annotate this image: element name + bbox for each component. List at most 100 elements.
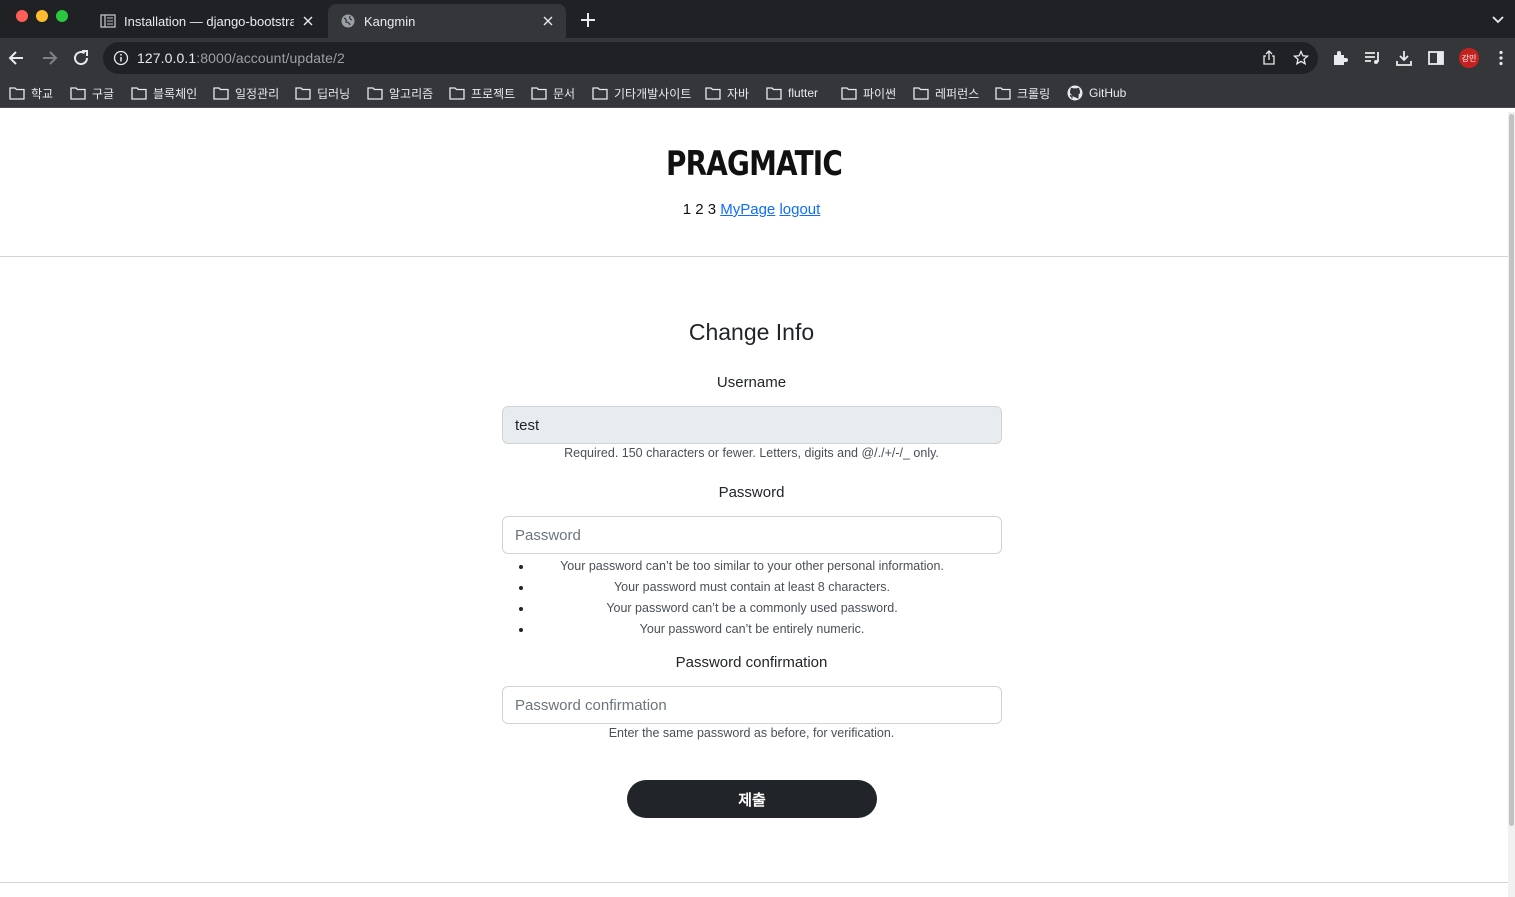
password-confirmation-help: Enter the same password as before, for v…: [608, 726, 895, 740]
docs-icon: [100, 13, 116, 29]
nav-logout-link[interactable]: logout: [779, 201, 820, 218]
bookmark-label: 딥러닝: [317, 86, 351, 101]
reload-icon[interactable]: [71, 48, 91, 68]
bookmark-star-icon[interactable]: [1292, 49, 1310, 66]
username-help: Required. 150 characters or fewer. Lette…: [564, 446, 939, 460]
bookmark-folder[interactable]: flutter: [766, 84, 818, 102]
username-label: Username: [716, 374, 787, 391]
folder-icon: [913, 87, 929, 100]
url-text: 127.0.0.1:8000/account/update/2: [137, 50, 345, 66]
bookmark-label: 문서: [553, 86, 576, 101]
folder-icon: [995, 87, 1011, 100]
nav-mypage-link[interactable]: MyPage: [720, 201, 775, 218]
folder-icon: [531, 87, 547, 100]
folder-icon: [841, 87, 857, 100]
bookmark-folder[interactable]: 자바: [705, 84, 749, 102]
tab-bar: Installation — django-bootstrap Kangmin: [0, 0, 1515, 38]
bookmark-label: 기타개발사이트: [614, 86, 692, 101]
page-content: PRAGMATIC 1 2 3 MyPage logout Change Inf…: [0, 112, 1508, 897]
tab-title: Kangmin: [364, 13, 416, 29]
folder-icon: [705, 87, 721, 100]
more-menu-icon[interactable]: [1492, 49, 1510, 67]
submit-button[interactable]: 제출: [627, 780, 877, 818]
bookmark-label: flutter: [788, 86, 819, 100]
bookmark-label: 학교: [31, 86, 54, 101]
form-title: Change Info: [688, 319, 815, 345]
bookmark-label: 프로젝트: [471, 86, 516, 101]
bookmark-label: 일정관리: [235, 86, 280, 101]
bookmark-folder[interactable]: 문서: [531, 84, 575, 102]
scrollbar-thumb[interactable]: [1509, 114, 1514, 826]
browser-toolbar: 127.0.0.1:8000/account/update/2: [0, 38, 1515, 78]
folder-icon: [766, 87, 782, 100]
url-path: :8000/account/update/2: [196, 50, 345, 66]
bookmark-folder[interactable]: 기타개발사이트: [592, 84, 691, 102]
tab-installation[interactable]: Installation — django-bootstrap: [88, 4, 326, 38]
folder-icon: [449, 87, 465, 100]
nav-numbers: 1 2 3: [682, 201, 717, 218]
folder-icon: [213, 87, 229, 100]
close-window-button[interactable]: [16, 10, 28, 22]
page-scrollbar[interactable]: [1508, 112, 1515, 897]
tab-kangmin[interactable]: Kangmin: [328, 4, 566, 38]
bookmark-label: 알고리즘: [389, 86, 434, 101]
bookmark-folder[interactable]: 딥러닝: [295, 84, 350, 102]
list-item: Your password can’t be a commonly used p…: [502, 598, 1002, 619]
address-bar[interactable]: 127.0.0.1:8000/account/update/2: [103, 42, 1318, 74]
side-panel-icon[interactable]: [1427, 49, 1445, 67]
info-icon[interactable]: [113, 50, 129, 66]
password-label: Password: [718, 484, 785, 501]
folder-icon: [295, 87, 311, 100]
bookmark-label: 블록체인: [153, 86, 198, 101]
bookmark-folder[interactable]: 파이썬: [841, 84, 896, 102]
share-icon[interactable]: [1261, 50, 1277, 66]
bookmark-label: 파이썬: [863, 86, 897, 101]
bookmark-folder[interactable]: 학교: [9, 84, 53, 102]
folder-icon: [9, 87, 25, 100]
globe-icon: [340, 13, 356, 29]
header-divider: [0, 256, 1508, 257]
username-field[interactable]: [502, 406, 1002, 444]
folder-icon: [367, 87, 383, 100]
chevron-down-icon[interactable]: [1491, 12, 1505, 26]
header-nav: 1 2 3 MyPage logout: [0, 201, 1503, 218]
folder-icon: [70, 87, 86, 100]
bookmark-label: 구글: [92, 86, 115, 101]
bookmark-folder[interactable]: 크롤링: [995, 84, 1050, 102]
list-item: Your password can’t be entirely numeric.: [502, 619, 1002, 640]
bookmark-folder[interactable]: 알고리즘: [367, 84, 433, 102]
tab-title: Installation — django-bootstrap: [124, 13, 294, 29]
minimize-window-button[interactable]: [36, 10, 48, 22]
profile-avatar[interactable]: 강민: [1459, 48, 1479, 68]
bookmark-github[interactable]: GitHub: [1067, 84, 1126, 102]
bookmark-label: 크롤링: [1017, 86, 1051, 101]
password-confirmation-field[interactable]: [502, 686, 1002, 724]
new-tab-icon[interactable]: [578, 10, 598, 30]
github-icon: [1067, 85, 1083, 101]
bookmark-folder[interactable]: 프로젝트: [449, 84, 515, 102]
reading-list-icon[interactable]: [1363, 49, 1381, 67]
bookmark-folder[interactable]: 블록체인: [131, 84, 197, 102]
url-host: 127.0.0.1: [137, 50, 197, 66]
site-logo[interactable]: PRAGMATIC: [136, 144, 1373, 184]
close-tab-icon[interactable]: [540, 13, 556, 29]
close-tab-icon[interactable]: [300, 13, 316, 29]
maximize-window-button[interactable]: [56, 10, 68, 22]
bookmark-label: GitHub: [1089, 86, 1127, 100]
bookmark-folder[interactable]: 레퍼런스: [913, 84, 979, 102]
forward-arrow-icon[interactable]: [39, 48, 59, 68]
folder-icon: [592, 87, 608, 100]
bookmarks-bar: 학교 구글 블록체인 일정관리 딥러닝 알고리즘 프로젝트 문서 기타개발사이트…: [0, 78, 1515, 108]
bookmark-label: 자바: [727, 86, 750, 101]
bookmark-folder[interactable]: 일정관리: [213, 84, 279, 102]
download-icon[interactable]: [1395, 49, 1413, 67]
password-field[interactable]: [502, 516, 1002, 554]
password-confirmation-label: Password confirmation: [675, 654, 828, 671]
footer-divider: [0, 882, 1508, 883]
back-arrow-icon[interactable]: [7, 48, 27, 68]
password-help-list: Your password can’t be too similar to yo…: [502, 556, 1002, 640]
list-item: Your password must contain at least 8 ch…: [502, 577, 1002, 598]
extensions-puzzle-icon[interactable]: [1331, 49, 1349, 67]
bookmark-folder[interactable]: 구글: [70, 84, 114, 102]
bookmark-label: 레퍼런스: [935, 86, 980, 101]
